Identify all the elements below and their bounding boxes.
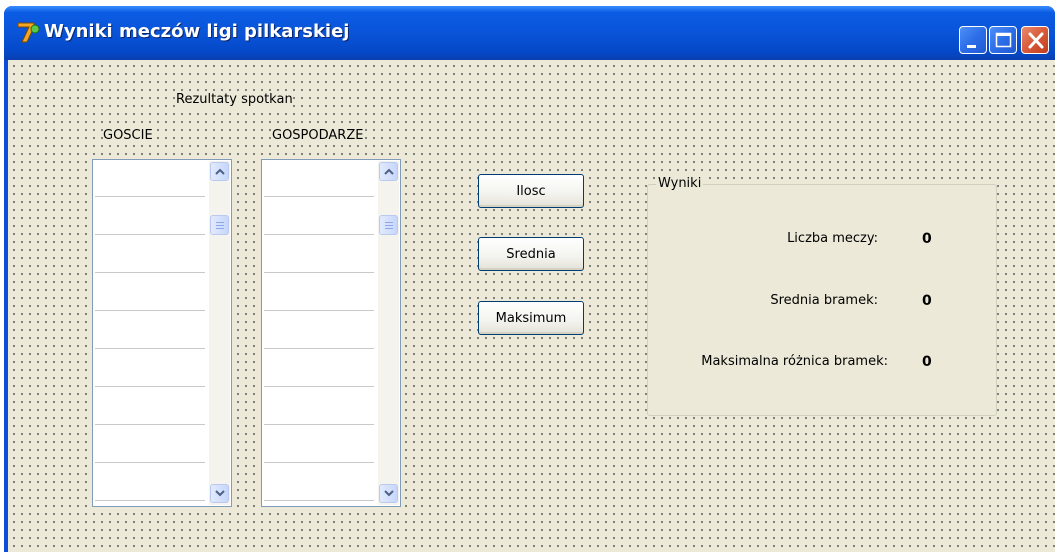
maximum-button[interactable]: Maksimum — [478, 301, 584, 335]
close-icon — [1028, 32, 1044, 49]
results-group-title: Wyniki — [656, 176, 704, 192]
list-item[interactable] — [264, 196, 374, 197]
max-diff-label: Maksimalna różnica bramek: — [701, 354, 888, 369]
minimize-button[interactable] — [959, 26, 987, 54]
list-item[interactable] — [264, 310, 374, 311]
list-item[interactable] — [95, 272, 205, 273]
list-item[interactable] — [95, 348, 205, 349]
list-item[interactable] — [95, 234, 205, 235]
minimize-icon — [967, 45, 976, 48]
list-item[interactable] — [264, 500, 374, 501]
hosts-label: GOSPODARZE — [272, 128, 364, 144]
close-button[interactable] — [1021, 26, 1049, 54]
chevron-down-icon — [215, 490, 225, 497]
maximize-button[interactable] — [989, 26, 1017, 54]
list-item[interactable] — [264, 386, 374, 387]
chevron-up-icon — [215, 168, 225, 175]
guests-scrollbar[interactable] — [209, 161, 230, 505]
scroll-thumb[interactable] — [379, 215, 398, 235]
hosts-listbox[interactable] — [258, 156, 404, 510]
list-item[interactable] — [95, 500, 205, 501]
guests-listbox[interactable] — [89, 156, 235, 510]
guests-label: GOSCIE — [103, 128, 153, 144]
scroll-up-button[interactable] — [379, 162, 398, 181]
average-button[interactable]: Srednia — [478, 237, 584, 271]
max-diff-value: 0 — [922, 354, 932, 370]
results-heading: Rezultaty spotkan — [176, 92, 293, 108]
chevron-down-icon — [384, 490, 394, 497]
scroll-up-button[interactable] — [210, 162, 229, 181]
hosts-scrollbar[interactable] — [378, 161, 399, 505]
app-window: Wyniki meczów ligi pilkarskiej Rezultaty… — [4, 6, 1055, 552]
list-item[interactable] — [264, 272, 374, 273]
list-item[interactable] — [95, 462, 205, 463]
scroll-down-button[interactable] — [379, 484, 398, 503]
results-group: Wyniki Liczba meczy: 0 Srednia bramek: 0… — [647, 176, 997, 416]
match-count-value: 0 — [922, 231, 932, 247]
list-item[interactable] — [264, 348, 374, 349]
list-item[interactable] — [95, 424, 205, 425]
app-icon — [17, 22, 40, 43]
chevron-up-icon — [384, 168, 394, 175]
list-item[interactable] — [264, 234, 374, 235]
window-title: Wyniki meczów ligi pilkarskiej — [44, 21, 350, 42]
avg-goals-value: 0 — [922, 293, 932, 309]
title-bar[interactable]: Wyniki meczów ligi pilkarskiej — [4, 6, 1055, 60]
count-button[interactable]: Ilosc — [478, 174, 584, 208]
list-item[interactable] — [95, 196, 205, 197]
scroll-down-button[interactable] — [210, 484, 229, 503]
form-client-area: Rezultaty spotkan GOSCIE GOSPODARZE Ilos… — [8, 60, 1055, 552]
scroll-thumb[interactable] — [210, 215, 229, 235]
list-item[interactable] — [264, 462, 374, 463]
match-count-label: Liczba meczy: — [787, 231, 878, 246]
list-item[interactable] — [264, 424, 374, 425]
maximize-icon — [995, 32, 1012, 48]
list-item[interactable] — [95, 310, 205, 311]
list-item[interactable] — [95, 386, 205, 387]
avg-goals-label: Srednia bramek: — [770, 293, 878, 308]
